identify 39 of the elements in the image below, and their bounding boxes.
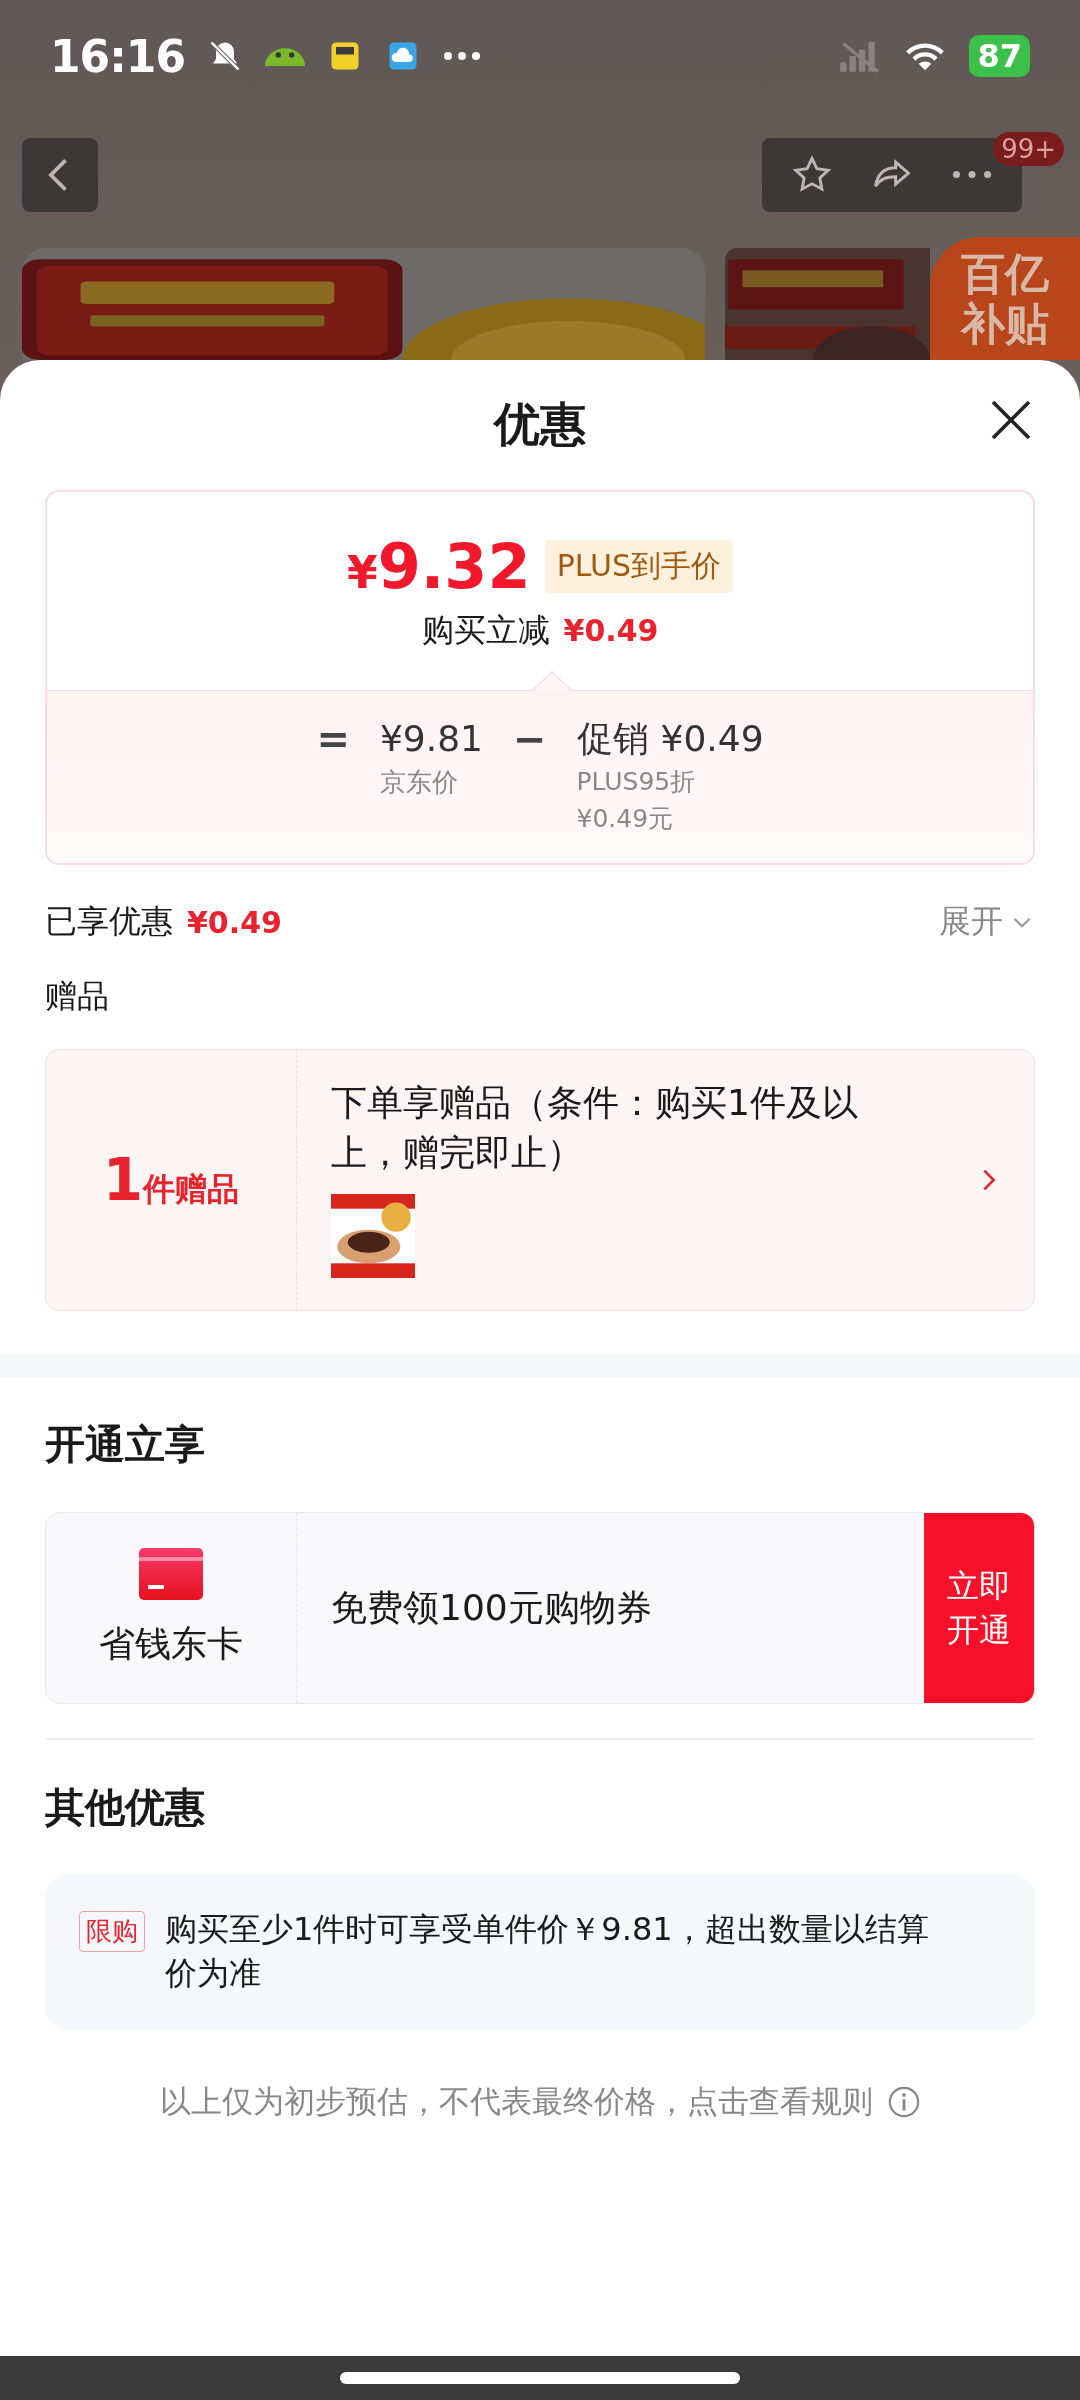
expand-toggle[interactable]: 展开 bbox=[939, 900, 1035, 944]
rules-link[interactable]: 以上仅为初步预估，不代表最终价格，点击查看规则 bbox=[159, 2080, 921, 2123]
back-button[interactable] bbox=[22, 137, 98, 212]
battery-indicator: 87 bbox=[969, 35, 1030, 77]
base-price: ¥9.81 bbox=[379, 717, 483, 761]
section-label: 赠品 bbox=[45, 976, 110, 1017]
promo-badge: 百亿 补贴 bbox=[930, 237, 1080, 360]
section-title: 开通立享 bbox=[45, 1420, 206, 1469]
card-icon bbox=[139, 1547, 203, 1600]
gift-description: 下单享赠品（条件：购买1件及以上，赠完即止） bbox=[331, 1081, 859, 1175]
clock-time: 16:16 bbox=[50, 30, 186, 82]
final-price: ¥9.32 bbox=[347, 529, 531, 603]
promo-detail: ¥0.49元 bbox=[576, 803, 675, 835]
gift-count: 1件赠品 bbox=[102, 1146, 240, 1214]
activate-button[interactable]: 立即开通 bbox=[924, 1513, 1034, 1703]
base-price-label: 京东价 bbox=[379, 766, 459, 799]
sheet-title: 优惠 bbox=[494, 396, 586, 453]
info-icon bbox=[886, 2084, 921, 2119]
more-icon bbox=[443, 51, 482, 61]
card-name: 省钱东卡 bbox=[99, 1621, 243, 1666]
limit-tag: 限购 bbox=[79, 1910, 145, 1952]
savings-label: 已享优惠 bbox=[45, 901, 173, 942]
promo-amount: ¥0.49 bbox=[660, 717, 764, 761]
price-tag: PLUS到手价 bbox=[544, 539, 733, 593]
offer-description: 购买至少1件时可享受单件价￥9.81，超出数量以结算价为准 bbox=[165, 1908, 930, 1994]
discount-label: 购买立减 bbox=[421, 609, 550, 651]
robot-icon bbox=[265, 46, 306, 66]
promo-detail: PLUS95折 bbox=[576, 766, 697, 798]
promo-label: 促销 bbox=[576, 717, 649, 761]
discount-amount: ¥0.49 bbox=[563, 613, 659, 648]
section-title: 其他优惠 bbox=[45, 1782, 206, 1832]
count-badge: 99+ bbox=[993, 131, 1064, 166]
offer-text: 免费领100元购物券 bbox=[330, 1585, 653, 1630]
equals-sign: = bbox=[316, 717, 350, 764]
more-icon bbox=[952, 170, 992, 179]
savings-amount: ¥0.49 bbox=[187, 904, 282, 940]
gift-card[interactable]: 1件赠品 下单享赠品（条件：购买1件及以上，赠完即止） bbox=[45, 1049, 1035, 1311]
minus-sign: − bbox=[513, 717, 547, 764]
chevron-right-icon bbox=[982, 1168, 996, 1192]
